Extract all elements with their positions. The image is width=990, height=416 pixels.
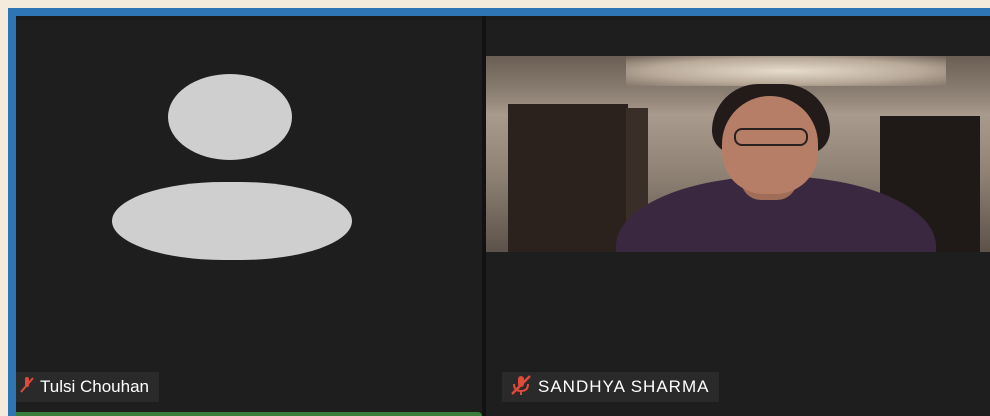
participant-name-label: Tulsi Chouhan xyxy=(40,377,149,396)
mic-muted-icon xyxy=(20,376,34,399)
avatar-body-icon xyxy=(112,182,352,260)
participant-name-tag: SANDHYA SHARMA xyxy=(502,372,720,402)
active-speaker-indicator xyxy=(16,412,482,416)
participant-video-feed xyxy=(486,56,990,252)
video-grid: Tulsi Chouhan SANDHYA SHARMA xyxy=(16,16,990,416)
meeting-window-frame: Tulsi Chouhan SANDHYA SHARMA xyxy=(8,8,990,416)
mic-muted-icon xyxy=(510,374,532,401)
participant-name-label: SANDHYA SHARMA xyxy=(538,377,710,396)
participant-tile-sandhya[interactable]: SANDHYA SHARMA xyxy=(486,20,990,416)
participant-tile-tulsi[interactable]: Tulsi Chouhan xyxy=(16,20,482,416)
participant-name-tag: Tulsi Chouhan xyxy=(16,372,159,402)
avatar-head-icon xyxy=(168,74,292,160)
